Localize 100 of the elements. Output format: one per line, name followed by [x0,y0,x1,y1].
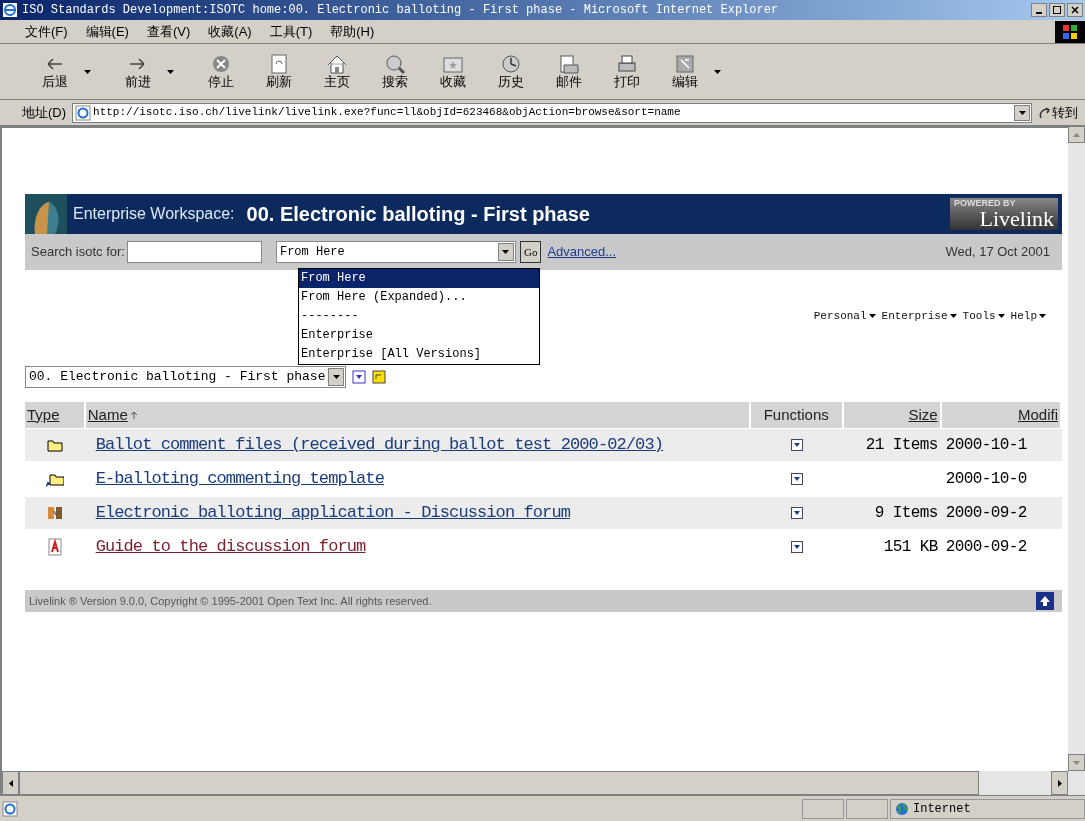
item-link[interactable]: E-balloting commenting template [95,466,384,492]
page-title: 00. Electronic balloting - First phase [246,202,590,227]
up-arrow-icon [1039,595,1051,607]
menu-item[interactable]: 工具(T) [260,21,322,42]
printer-icon [616,53,638,74]
function-menu-icon [791,473,804,485]
global-menu-link[interactable]: Help [1010,307,1046,325]
left-arrow-icon [8,779,13,787]
go-button[interactable]: Go [519,241,542,263]
maximize-button[interactable] [1049,3,1065,17]
menu-item[interactable]: 查看(V) [137,21,200,42]
date-text: 2000-10-0 [945,469,1027,490]
item-link[interactable]: Guide to the discussion forum [95,534,366,560]
toolbar-button[interactable]: 打印 [602,53,652,90]
minimize-icon [1036,12,1042,14]
global-menu-link[interactable]: Tools [962,307,1005,325]
toolbar-button[interactable]: 搜索 [370,53,420,90]
scroll-left-button[interactable] [2,771,19,795]
search-icon [384,53,406,74]
zone-label: Internet [913,800,971,818]
caret-icon [714,69,721,74]
size-text: 151 KB [883,537,938,558]
caret-icon [84,69,91,74]
status-pane [846,798,888,819]
sort-arrow-icon [129,411,138,419]
back-to-top-button[interactable] [1036,592,1054,610]
dropdown-option[interactable]: From Here [299,269,539,288]
caret-icon [1018,110,1026,115]
caret-icon [997,314,1005,318]
column-sort-link[interactable]: Name [87,403,128,427]
menu-item[interactable]: 收藏(A) [199,21,261,42]
go-button[interactable]: 转到 [1038,102,1079,123]
dropdown-option[interactable]: Enterprise [All Versions] [299,345,539,364]
size-text: 9 Items [874,503,938,524]
mail-icon [558,53,580,74]
toolbar-button[interactable]: 邮件 [544,53,594,90]
location-select[interactable]: 00. Electronic balloting - First phase [25,366,347,388]
up-arrow-icon [1073,132,1080,137]
search-field[interactable] [126,241,262,263]
stop-icon [210,53,232,74]
toolbar-button[interactable]: 前进 [113,53,188,90]
size-text: 21 Items [865,435,938,456]
column-label: Functions [763,404,829,425]
address-label: 地址(D) [22,103,67,122]
ie-logo-icon [2,2,18,18]
scope-dropdown-list[interactable]: From Here From Here (Expanded)... -------- Enterprise Enterprise [All Versions] [298,268,540,365]
up-folder-icon [372,370,387,384]
toolbar-button[interactable]: 收藏 [428,53,478,90]
right-arrow-icon [1057,779,1062,787]
global-menu-link[interactable]: Enterprise [881,307,957,325]
search-label: Search isotc for: [31,243,125,262]
column-sort-link[interactable]: Type [27,403,60,427]
menu-item[interactable]: 文件(F) [16,21,77,42]
scope-select[interactable]: From Here [275,241,516,263]
date-text: 2000-09-2 [945,503,1027,524]
toolbar-button[interactable]: 主页 [312,53,362,90]
dropdown-option[interactable]: From Here (Expanded)... [299,288,539,307]
close-button[interactable] [1067,3,1083,17]
dropdown-option[interactable]: -------- [299,307,539,326]
windows-flag-icon [1062,23,1078,40]
menu-item[interactable]: 编辑(E) [76,21,138,42]
date-text: 2000-09-2 [945,537,1027,558]
workspace-label: Enterprise Workspace: [73,204,235,224]
powered-by-logo: POWERED BY Livelink [950,198,1058,230]
caret-icon [949,314,957,318]
scroll-up-button[interactable] [1068,126,1085,143]
vertical-scrollbar[interactable] [1068,126,1085,771]
minimize-button[interactable] [1031,3,1047,17]
menu-toggle-icon [352,370,367,384]
function-menu-icon [791,439,804,451]
caret-icon [868,314,876,318]
menu-item[interactable]: 帮助(H) [321,21,384,42]
toolbar-button[interactable]: 编辑 [660,53,735,90]
dropdown-button[interactable] [497,243,514,261]
toolbar-button[interactable]: 刷新 [254,53,304,90]
toolbar-button[interactable]: 后退 [30,53,105,90]
caret-icon [167,69,174,74]
toolbar-button[interactable]: 历史 [486,53,536,90]
column-sort-link[interactable]: Size [908,403,938,427]
date-text: 2000-10-1 [945,435,1027,456]
scroll-down-button[interactable] [1068,754,1085,771]
global-menu-link[interactable]: Personal [813,307,876,325]
copyright-text: Livelink ® Version 9.0.0, Copyright © 1995-2001 Open Text Inc. All rights reserved. [29,593,432,609]
dropdown-button[interactable] [1014,104,1031,121]
window-title: ISO Standards Development:ISOTC home:00. Electronic balloting - First phase - Microsoft Internet Explorer [22,2,779,19]
advanced-link[interactable]: Advanced... [547,242,617,262]
toolbar-button[interactable]: 停止 [196,53,246,90]
status-pane [802,798,844,819]
dropdown-button[interactable] [328,368,345,386]
caret-icon [1039,314,1046,318]
go-arrow-icon [1038,105,1053,120]
address-field[interactable]: http://isotc.iso.ch/livelink/livelink.exe?func=ll&objId=623468&objAction=browse&sort=name [72,102,1033,123]
down-arrow-icon [1073,760,1080,765]
maximize-icon [1052,5,1062,15]
caret-icon [332,375,340,379]
column-sort-link[interactable]: Modifi [1018,403,1058,427]
scroll-right-button[interactable] [1051,771,1068,795]
discussion-icon [46,504,65,522]
close-icon [1070,5,1080,15]
dropdown-option[interactable]: Enterprise [299,326,539,345]
